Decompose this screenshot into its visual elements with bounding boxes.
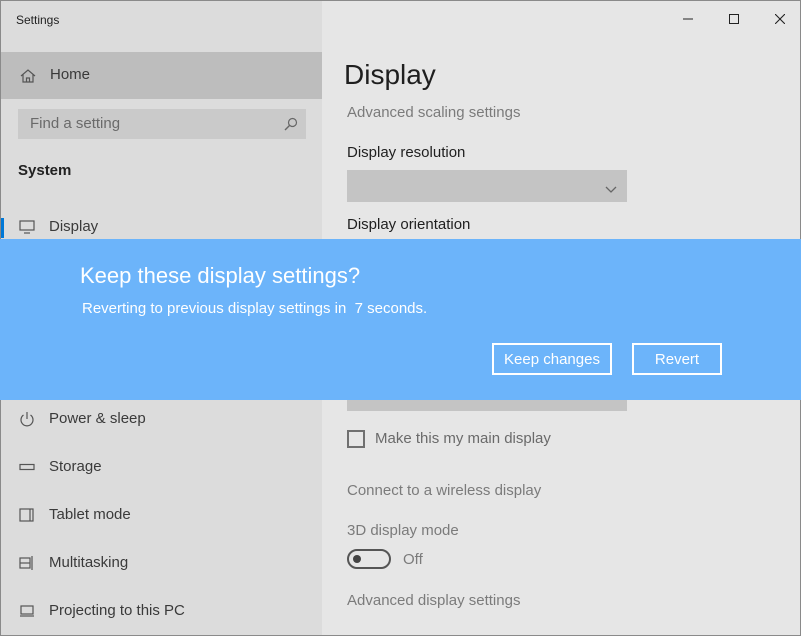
sidebar-item-multitasking[interactable]: Multitasking [1, 544, 322, 584]
projector-icon [19, 603, 35, 624]
sidebar-item-label: Projecting to this PC [49, 602, 185, 619]
orientation-label: Display orientation [347, 216, 471, 233]
keep-changes-button[interactable]: Keep changes [492, 343, 612, 375]
home-icon [20, 68, 36, 89]
sidebar-item-label: Multitasking [49, 554, 129, 571]
revert-button[interactable]: Revert [632, 343, 722, 375]
chevron-down-icon [605, 181, 617, 199]
page-title: Display [344, 59, 436, 90]
multitasking-icon [19, 555, 35, 576]
monitor-icon [19, 219, 35, 240]
search-input[interactable]: Find a setting [18, 109, 306, 139]
sidebar-item-power-sleep[interactable]: Power & sleep [1, 400, 322, 440]
toggle-knob [353, 555, 361, 563]
3d-mode-state: Off [403, 551, 423, 568]
selection-indicator [1, 218, 4, 238]
minimize-icon [683, 18, 693, 20]
3d-mode-label: 3D display mode [347, 522, 459, 539]
wireless-display-link[interactable]: Connect to a wireless display [347, 482, 541, 499]
sidebar-item-home[interactable]: Home [1, 52, 322, 99]
search-icon [284, 117, 298, 136]
maximize-button[interactable] [711, 1, 757, 37]
3d-mode-toggle[interactable] [347, 549, 391, 569]
tablet-icon [19, 507, 35, 528]
section-title: System [18, 162, 72, 179]
dialog-title: Keep these display settings? [80, 263, 361, 288]
dialog-message: Reverting to previous display settings i… [82, 300, 428, 317]
title-bar: Settings [1, 1, 800, 37]
window-title: Settings [16, 13, 60, 27]
minimize-button[interactable] [665, 1, 711, 37]
sidebar-item-storage[interactable]: Storage [1, 448, 322, 488]
main-display-label: Make this my main display [375, 430, 551, 447]
sidebar-item-label: Power & sleep [49, 410, 146, 427]
maximize-icon [729, 14, 739, 24]
resolution-label: Display resolution [347, 144, 466, 161]
resolution-dropdown[interactable] [347, 170, 627, 202]
power-icon [19, 411, 35, 432]
advanced-scaling-link[interactable]: Advanced scaling settings [347, 104, 520, 121]
sidebar-item-projecting[interactable]: Projecting to this PC [1, 592, 322, 632]
main-display-checkbox[interactable] [347, 430, 365, 448]
sidebar-item-label: Storage [49, 458, 102, 475]
storage-icon [19, 459, 35, 480]
sidebar-item-tablet-mode[interactable]: Tablet mode [1, 496, 322, 536]
close-button[interactable] [757, 1, 800, 37]
sidebar-item-label: Tablet mode [49, 506, 131, 523]
advanced-display-link[interactable]: Advanced display settings [347, 592, 520, 609]
home-label: Home [50, 66, 91, 83]
close-icon [775, 14, 785, 24]
sidebar-item-label: Display [49, 218, 99, 235]
search-placeholder: Find a setting [30, 115, 121, 132]
keep-settings-dialog: Keep these display settings? Reverting t… [0, 239, 801, 400]
